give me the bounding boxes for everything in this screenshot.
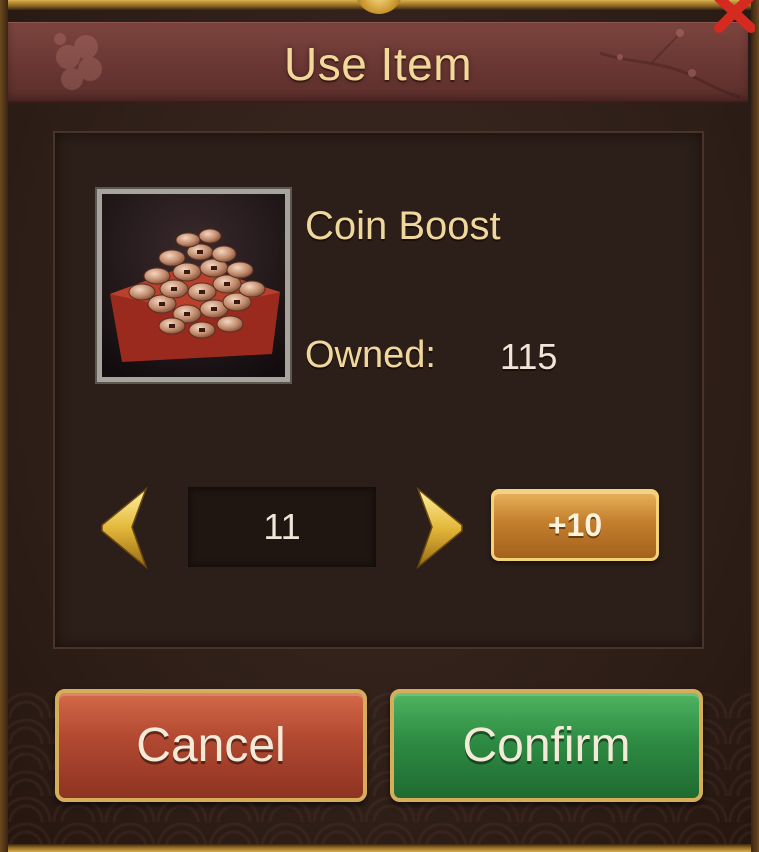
- owned-count: 115: [500, 336, 558, 377]
- frame-left-border: [0, 0, 8, 852]
- cancel-label: Cancel: [136, 719, 286, 772]
- chevron-left-icon: [101, 486, 148, 570]
- confirm-label: Confirm: [462, 719, 631, 772]
- frame-bottom-border: [0, 844, 759, 852]
- item-name: Coin Boost: [305, 204, 501, 248]
- cancel-button[interactable]: Cancel: [55, 689, 367, 802]
- confirm-button[interactable]: Confirm: [390, 689, 703, 802]
- quantity-value: 11: [263, 506, 301, 547]
- dialog-title: Use Item: [283, 38, 473, 90]
- medallion-ornament: [355, 0, 403, 14]
- decrease-quantity-button[interactable]: [98, 486, 150, 570]
- chevron-right-icon: [416, 486, 463, 570]
- owned-label: Owned:: [305, 334, 436, 376]
- close-button[interactable]: [705, 0, 756, 38]
- item-icon-frame: [95, 187, 292, 384]
- use-item-dialog: Use Item Coin Boost Owned: 115 11 +10 Ca…: [0, 0, 759, 852]
- coin-pile-icon: [102, 194, 285, 377]
- plus-ten-button[interactable]: +10: [491, 489, 659, 561]
- increase-quantity-button[interactable]: [414, 486, 466, 570]
- plus-ten-label: +10: [547, 506, 603, 543]
- quantity-field[interactable]: 11: [188, 487, 376, 567]
- title-banner: Use Item: [8, 22, 748, 103]
- close-icon: [714, 0, 756, 33]
- frame-right-border: [751, 0, 759, 852]
